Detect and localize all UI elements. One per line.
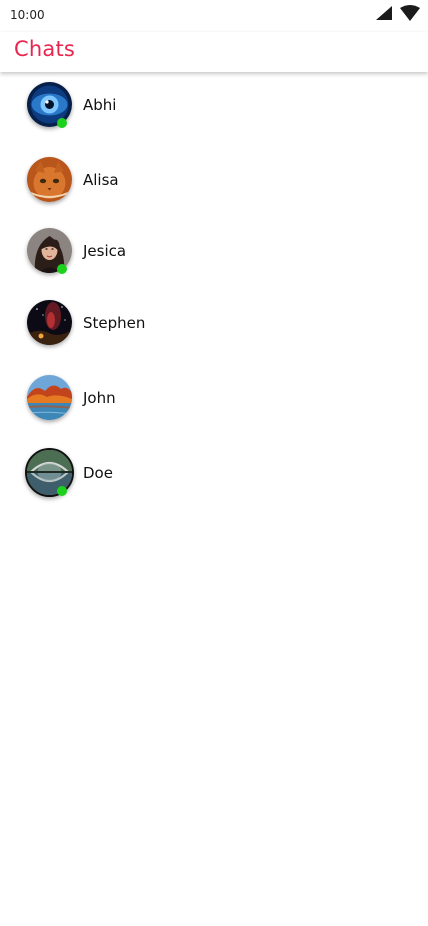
online-status-indicator <box>57 486 67 496</box>
chat-item-jesica[interactable]: Jesica <box>0 220 428 280</box>
chat-name: Jesica <box>83 242 127 260</box>
avatar-stephen <box>27 300 72 345</box>
chat-item-john[interactable]: John <box>0 367 428 427</box>
chat-name: Abhi <box>83 96 117 114</box>
wifi-icon <box>400 5 420 21</box>
cat-photo-icon <box>27 157 72 202</box>
status-time: 10:00 <box>10 8 45 22</box>
avatar-alisa <box>27 157 72 202</box>
page-title: Chats <box>14 37 76 61</box>
app-bar: Chats <box>0 32 428 72</box>
chat-name: Doe <box>83 464 113 482</box>
chat-item-abhi[interactable]: Abhi <box>0 74 428 134</box>
chat-item-stephen[interactable]: Stephen <box>0 292 428 352</box>
chat-item-doe[interactable]: Doe <box>0 442 428 502</box>
online-status-indicator <box>57 118 67 128</box>
chat-name: Alisa <box>83 171 119 189</box>
status-icons <box>376 4 420 22</box>
chat-item-alisa[interactable]: Alisa <box>0 149 428 209</box>
avatar-john <box>27 375 72 420</box>
autumn-lake-photo-icon <box>27 375 72 420</box>
cellular-signal-icon <box>376 6 392 20</box>
chat-name: Stephen <box>83 314 146 332</box>
online-status-indicator <box>57 264 67 274</box>
status-bar: 10:00 <box>0 0 428 32</box>
chat-name: John <box>83 389 116 407</box>
night-sky-photo-icon <box>27 300 72 345</box>
